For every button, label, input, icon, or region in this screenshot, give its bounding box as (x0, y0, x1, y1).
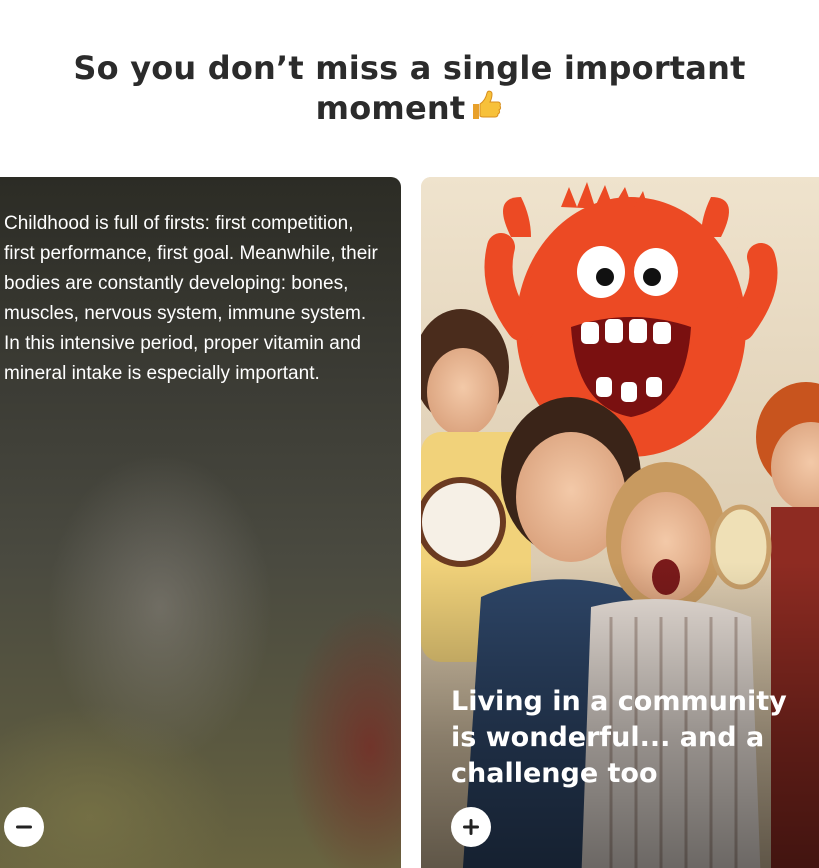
page: So you don’t miss a single important mom… (0, 0, 819, 868)
headline-line-1: So you don’t miss a single important (73, 49, 746, 87)
headline-line-2: moment (0, 88, 819, 132)
plus-icon (463, 819, 479, 835)
section-headline: So you don’t miss a single important mom… (0, 48, 819, 132)
card-title: Living in a community is wonderful... an… (451, 686, 787, 789)
card-body-text: Childhood is full of firsts: first compe… (4, 213, 378, 384)
collapse-button[interactable] (4, 807, 44, 847)
expand-button[interactable] (451, 807, 491, 847)
info-card-collapsed[interactable]: Living in a community is wonderful... an… (421, 177, 819, 868)
info-card-expanded[interactable]: Childhood is full of firsts: first compe… (0, 177, 401, 868)
headline-line-2-text: moment (315, 89, 466, 127)
minus-icon (16, 825, 32, 829)
thumbs-up-icon (469, 89, 503, 132)
